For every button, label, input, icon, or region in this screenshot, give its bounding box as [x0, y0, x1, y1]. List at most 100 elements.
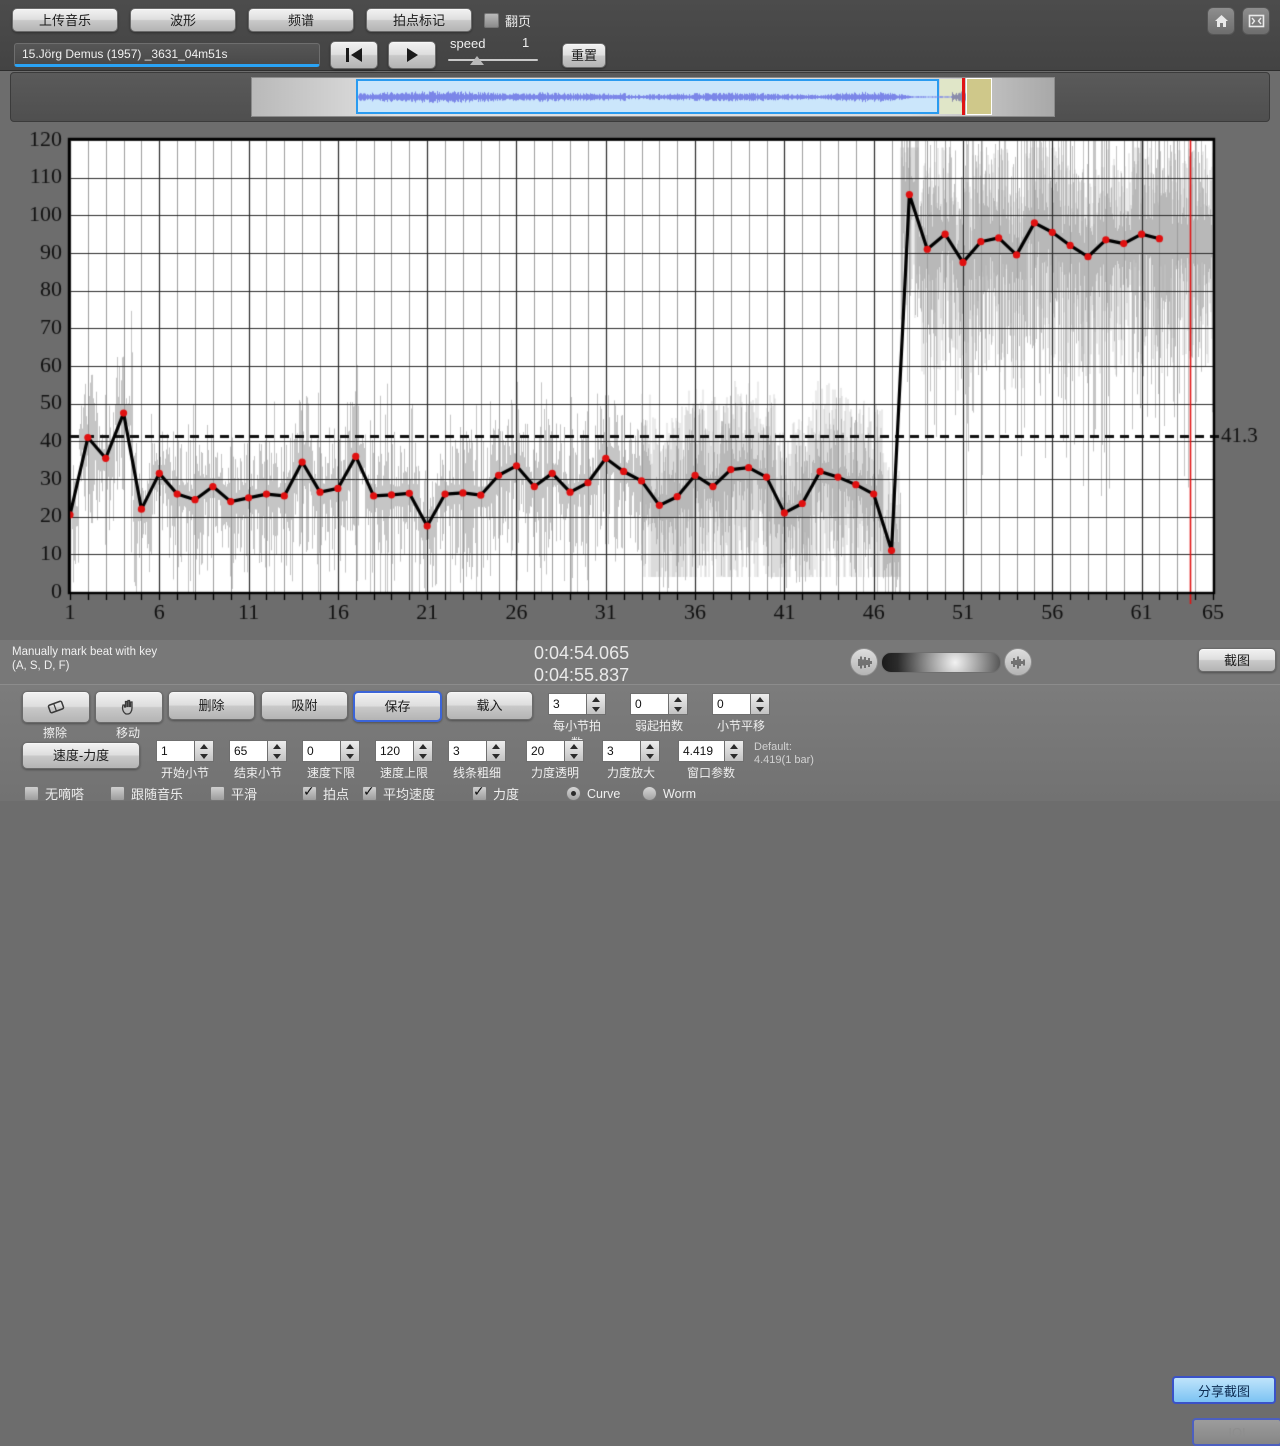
fullscreen-icon[interactable]	[1242, 7, 1270, 35]
tempo-min-down[interactable]	[341, 751, 359, 761]
radio-curve[interactable]: Curve	[566, 786, 642, 801]
anacrusis-stepper[interactable]: 0	[630, 693, 688, 715]
window-param-up[interactable]	[725, 741, 743, 751]
overview-playhead[interactable]	[962, 78, 965, 115]
start-bar-arrows[interactable]	[194, 740, 214, 762]
beat-mark-button[interactable]: 拍点标记	[366, 8, 472, 32]
waveform-right-icon[interactable]	[1004, 648, 1032, 676]
line-width-up[interactable]	[487, 741, 505, 751]
line-width-arrows[interactable]	[486, 740, 506, 762]
window-param-value[interactable]: 4.419	[678, 740, 724, 762]
option-dynamics[interactable]: 力度	[472, 784, 566, 803]
anacrusis-up[interactable]	[669, 694, 687, 704]
option-smooth[interactable]: 平滑	[210, 784, 302, 803]
option-no-click[interactable]: 无嘀嗒	[24, 784, 110, 803]
move-tool-button[interactable]	[95, 691, 163, 723]
dynamics-alpha-up[interactable]	[565, 741, 583, 751]
tempo-max-arrows[interactable]	[413, 740, 433, 762]
line-width-down[interactable]	[487, 751, 505, 761]
start-bar-stepper[interactable]: 1	[156, 740, 214, 762]
rewind-to-start-button[interactable]	[330, 41, 378, 69]
worm-radio-dot[interactable]	[642, 786, 657, 801]
page-turn-checkbox[interactable]: 翻页	[484, 11, 531, 30]
waveform-left-icon[interactable]	[850, 648, 878, 676]
play-button[interactable]	[388, 41, 436, 69]
chart-canvas[interactable]	[0, 124, 1280, 636]
song-name-field[interactable]: 15.Jörg Demus (1957) _3631_04m51s	[14, 43, 320, 67]
window-param-stepper[interactable]: 4.419	[678, 740, 744, 762]
tempo-min-stepper[interactable]: 0	[302, 740, 360, 762]
erase-tool-button[interactable]	[22, 691, 90, 723]
end-bar-up[interactable]	[268, 741, 286, 751]
bar-shift-arrows[interactable]	[750, 693, 770, 715]
follow-music-checkbox[interactable]	[110, 786, 125, 801]
start-bar-value[interactable]: 1	[156, 740, 194, 762]
upload-music-button[interactable]: 上传音乐	[12, 8, 118, 32]
dynamics-alpha-down[interactable]	[565, 751, 583, 761]
smooth-checkbox[interactable]	[210, 786, 225, 801]
window-param-arrows[interactable]	[724, 740, 744, 762]
load-button[interactable]: 载入	[446, 691, 533, 720]
reset-button[interactable]: 重置	[562, 43, 606, 68]
line-width-stepper[interactable]: 3	[448, 740, 506, 762]
beats-per-bar-down[interactable]	[587, 704, 605, 714]
dynamics-checkbox[interactable]	[472, 786, 487, 801]
line-width-value[interactable]: 3	[448, 740, 486, 762]
screenshot-button[interactable]: 截图	[1198, 648, 1276, 672]
speed-slider-track[interactable]	[448, 59, 538, 61]
beats-per-bar-arrows[interactable]	[586, 693, 606, 715]
spectrum-button[interactable]: 频谱	[248, 8, 354, 32]
dynamics-gain-up[interactable]	[641, 741, 659, 751]
save-button[interactable]: 保存	[353, 691, 442, 722]
ioi-button[interactable]: IOI	[1192, 1418, 1280, 1446]
snap-button[interactable]: 吸附	[261, 691, 348, 720]
beats-per-bar-value[interactable]: 3	[548, 693, 586, 715]
delete-button[interactable]: 删除	[168, 691, 255, 720]
bar-shift-down[interactable]	[751, 704, 769, 714]
anacrusis-down[interactable]	[669, 704, 687, 714]
end-bar-down[interactable]	[268, 751, 286, 761]
start-bar-down[interactable]	[195, 751, 213, 761]
tempo-max-stepper[interactable]: 120	[375, 740, 433, 762]
bar-shift-value[interactable]: 0	[712, 693, 750, 715]
anacrusis-value[interactable]: 0	[630, 693, 668, 715]
dynamics-gain-arrows[interactable]	[640, 740, 660, 762]
tempo-dynamics-button[interactable]: 速度-力度	[22, 742, 140, 769]
radio-worm[interactable]: Worm	[642, 786, 696, 801]
dynamics-gain-value[interactable]: 3	[602, 740, 640, 762]
dynamics-alpha-arrows[interactable]	[564, 740, 584, 762]
option-follow-music[interactable]: 跟随音乐	[110, 784, 210, 803]
share-screenshot-button[interactable]: 分享截图	[1172, 1376, 1276, 1404]
window-param-down[interactable]	[725, 751, 743, 761]
option-beats[interactable]: 拍点	[302, 784, 362, 803]
bar-shift-up[interactable]	[751, 694, 769, 704]
speed-slider-knob[interactable]	[470, 56, 484, 65]
no-click-checkbox[interactable]	[24, 786, 39, 801]
dynamics-gain-down[interactable]	[641, 751, 659, 761]
tempo-max-down[interactable]	[414, 751, 432, 761]
end-bar-stepper[interactable]: 65	[229, 740, 287, 762]
average-tempo-checkbox[interactable]	[362, 786, 377, 801]
volume-control[interactable]	[850, 648, 1032, 676]
tempo-max-value[interactable]: 120	[375, 740, 413, 762]
overview-loop-region[interactable]	[966, 78, 992, 115]
dynamics-alpha-value[interactable]: 20	[526, 740, 564, 762]
end-bar-value[interactable]: 65	[229, 740, 267, 762]
volume-slider[interactable]	[881, 652, 1001, 673]
tempo-min-up[interactable]	[341, 741, 359, 751]
beats-per-bar-stepper[interactable]: 3	[548, 693, 606, 715]
curve-radio-dot[interactable]	[566, 786, 581, 801]
page-turn-checkbox-box[interactable]	[484, 13, 499, 28]
tempo-dynamics-chart[interactable]	[0, 124, 1280, 636]
overview-track[interactable]	[251, 77, 1055, 117]
tempo-min-arrows[interactable]	[340, 740, 360, 762]
beats-checkbox[interactable]	[302, 786, 317, 801]
anacrusis-arrows[interactable]	[668, 693, 688, 715]
waveform-button[interactable]: 波形	[130, 8, 236, 32]
beats-per-bar-up[interactable]	[587, 694, 605, 704]
option-average-tempo[interactable]: 平均速度	[362, 784, 472, 803]
tempo-min-value[interactable]: 0	[302, 740, 340, 762]
home-icon[interactable]	[1207, 7, 1235, 35]
speed-slider-group[interactable]: speed 1	[450, 38, 536, 72]
tempo-max-up[interactable]	[414, 741, 432, 751]
